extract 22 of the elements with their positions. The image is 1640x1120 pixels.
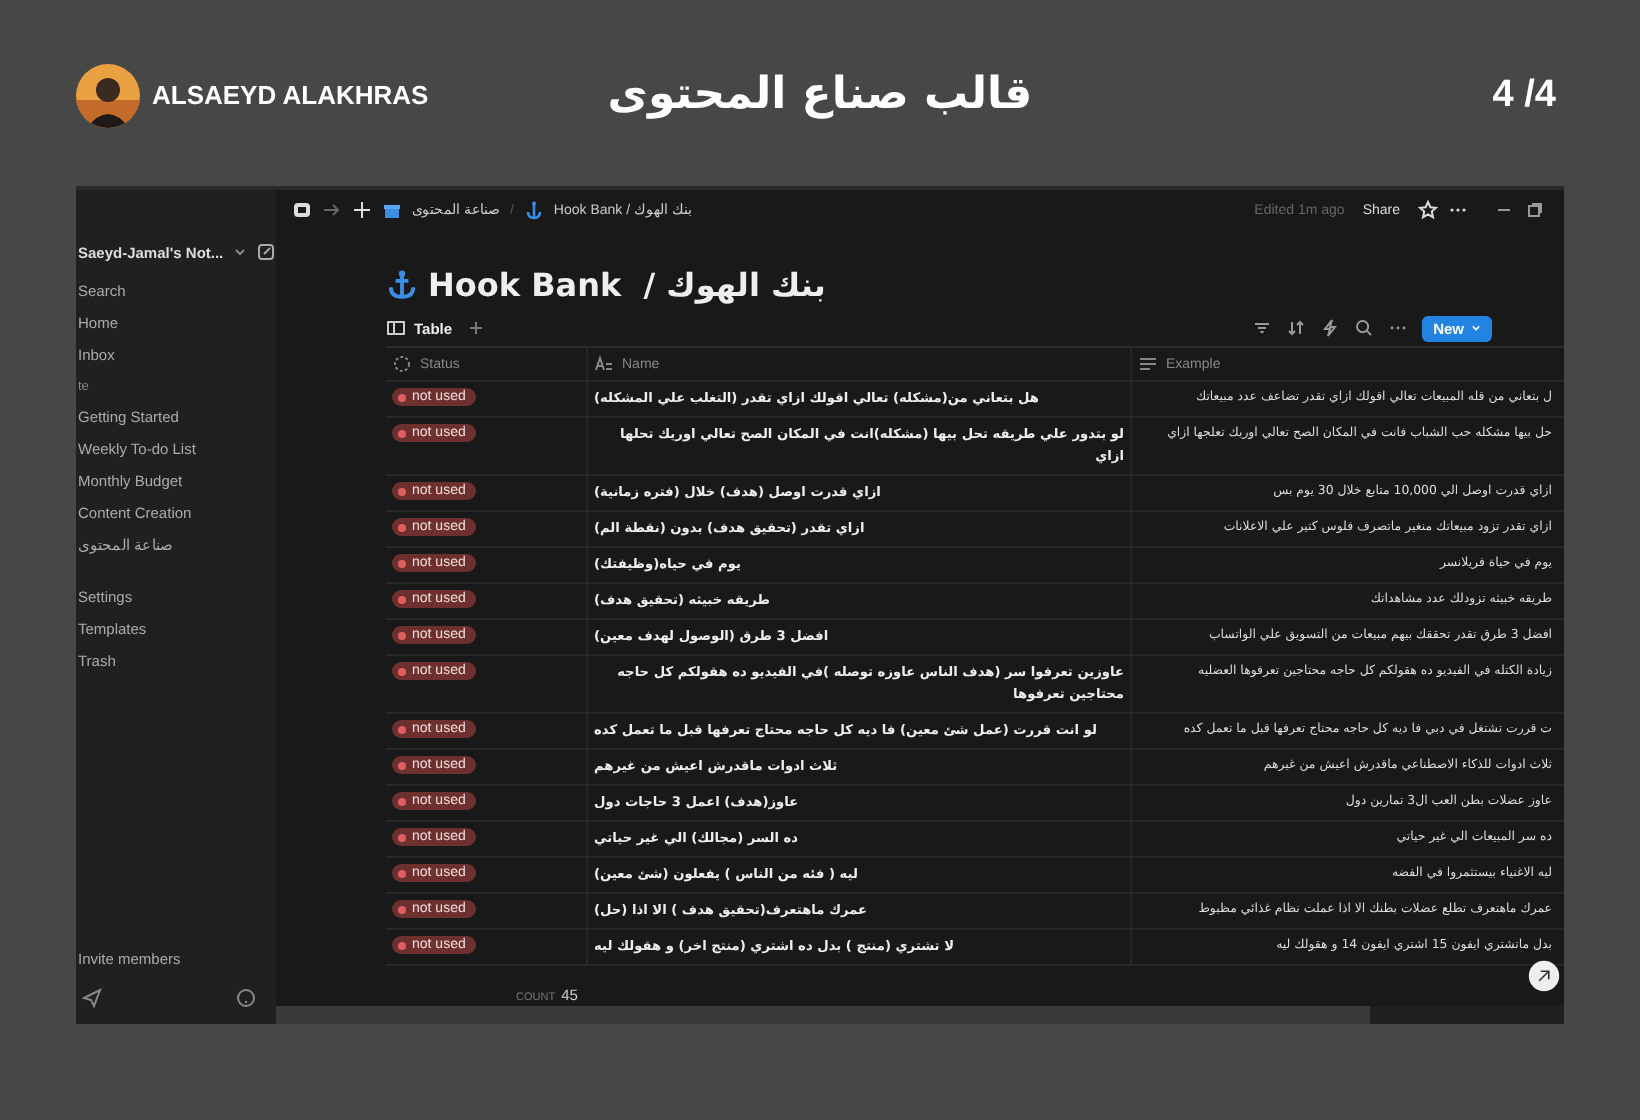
compose-icon[interactable] bbox=[255, 242, 276, 262]
restore-icon[interactable] bbox=[1524, 200, 1544, 220]
table-icon bbox=[386, 318, 406, 338]
page-number: 4 /4 bbox=[1490, 73, 1558, 117]
lightning-icon[interactable] bbox=[1319, 318, 1340, 338]
anchor-icon bbox=[386, 268, 418, 300]
send-icon[interactable] bbox=[82, 988, 102, 1008]
star-icon[interactable] bbox=[1418, 200, 1438, 220]
page-title: Hook Bank / بنك الهوك bbox=[428, 265, 826, 303]
author-name: ALSAEYD ALAKHRAS bbox=[152, 80, 429, 110]
lines-icon bbox=[1138, 354, 1158, 374]
sidebar-toggle-icon[interactable] bbox=[292, 200, 312, 220]
sort-icon[interactable] bbox=[1285, 318, 1306, 338]
forward-arrow-icon[interactable] bbox=[322, 200, 342, 220]
search-icon[interactable] bbox=[1353, 318, 1374, 338]
status-icon bbox=[392, 354, 412, 374]
filter-icon[interactable] bbox=[1251, 318, 1272, 338]
scrollbar[interactable] bbox=[276, 1006, 1371, 1024]
chevron-down-icon[interactable] bbox=[1468, 320, 1484, 336]
text-type-icon bbox=[594, 354, 614, 374]
anchor-icon bbox=[523, 200, 544, 220]
slide-title: قالب صناع المحتوى bbox=[607, 70, 1033, 120]
